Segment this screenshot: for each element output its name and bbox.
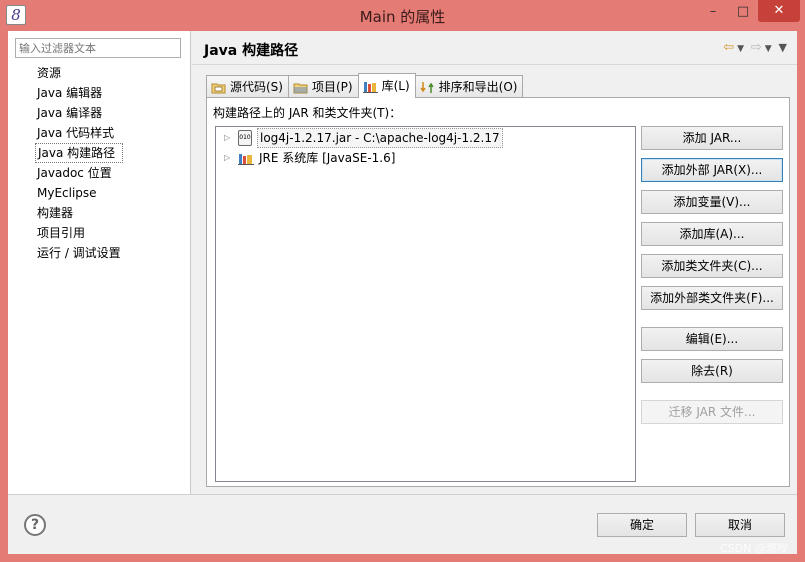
minimize-button[interactable]: –: [700, 4, 726, 22]
add-library-button[interactable]: 添加库(A)...: [641, 222, 783, 246]
tab-libraries-label: 库(L): [381, 78, 410, 93]
dropdown-icon[interactable]: ▼: [765, 44, 772, 54]
title-separator: [192, 64, 797, 65]
source-folder-icon: [211, 83, 226, 93]
close-button[interactable]: ✕: [758, 0, 800, 22]
expand-arrow-icon[interactable]: ▷: [224, 129, 234, 147]
page-title: Java 构建路径: [204, 43, 299, 59]
add-external-jar-button[interactable]: 添加外部 JAR(X)...: [641, 158, 783, 182]
migrate-jar-button: 迁移 JAR 文件...: [641, 400, 783, 424]
page-nav-arrows: ⇦ ▼ ⇨ ▼ ▼: [720, 40, 787, 58]
tree-entry-label: log4j-1.2.17.jar - C:\apache-log4j-1.2.1…: [257, 128, 503, 148]
project-folder-icon: [293, 83, 308, 93]
help-icon[interactable]: ?: [24, 514, 46, 536]
nav-item-builders[interactable]: 构建器: [35, 203, 123, 223]
window-title: Main 的属性: [359, 8, 446, 26]
view-menu-icon[interactable]: ▼: [779, 41, 787, 54]
add-jar-button[interactable]: 添加 JAR...: [641, 126, 783, 150]
jar-class-folders-label: 构建路径上的 JAR 和类文件夹(T)：: [213, 106, 402, 120]
preference-nav-list: 资源 Java 编辑器 Java 编译器 Java 代码样式 Java 构建路径…: [35, 63, 123, 263]
libraries-tab-content: 构建路径上的 JAR 和类文件夹(T)： ▷ 010 log4j-1.2.17.…: [206, 97, 790, 487]
edit-button[interactable]: 编辑(E)...: [641, 327, 783, 351]
dropdown-icon[interactable]: ▼: [737, 44, 744, 54]
nav-item-java-build-path[interactable]: Java 构建路径: [35, 143, 123, 163]
add-variable-button[interactable]: 添加变量(V)...: [641, 190, 783, 214]
build-path-page: Java 构建路径 ⇦ ▼ ⇨ ▼ ▼ 源代码(S) 项目(P) 库(L) 排序…: [192, 31, 797, 494]
preference-nav-panel: 资源 Java 编辑器 Java 编译器 Java 代码样式 Java 构建路径…: [8, 31, 191, 494]
library-icon: [238, 153, 254, 165]
cancel-button[interactable]: 取消: [695, 513, 785, 537]
add-external-class-folder-button[interactable]: 添加外部类文件夹(F)...: [641, 286, 783, 310]
build-path-entries-tree[interactable]: ▷ 010 log4j-1.2.17.jar - C:\apache-log4j…: [215, 126, 636, 482]
expand-arrow-icon[interactable]: ▷: [224, 149, 234, 167]
footer-separator: [8, 494, 797, 495]
forward-arrow-icon[interactable]: ⇨: [751, 40, 762, 55]
dialog-client-area: 资源 Java 编辑器 Java 编译器 Java 代码样式 Java 构建路径…: [8, 31, 797, 554]
remove-button[interactable]: 除去(R): [641, 359, 783, 383]
watermark-text: CSDN @燃吹: [720, 542, 788, 555]
nav-item-java-code-style[interactable]: Java 代码样式: [35, 123, 123, 143]
tab-projects-label: 项目(P): [311, 79, 353, 94]
build-path-tabs: 源代码(S) 项目(P) 库(L) 排序和导出(O): [206, 73, 524, 98]
jar-icon: 010: [238, 130, 252, 146]
back-arrow-icon[interactable]: ⇦: [723, 40, 734, 55]
title-bar[interactable]: 8 Main 的属性 – □ ✕: [0, 0, 805, 30]
tab-libraries[interactable]: 库(L): [357, 73, 416, 98]
tab-order-export[interactable]: 排序和导出(O): [414, 75, 524, 98]
tree-entry-label: JRE 系统库 [JavaSE-1.6]: [259, 151, 396, 165]
tab-source[interactable]: 源代码(S): [206, 75, 289, 98]
tab-projects[interactable]: 项目(P): [287, 75, 359, 98]
tab-source-label: 源代码(S): [230, 79, 283, 94]
library-icon: [362, 81, 378, 93]
nav-item-java-editor[interactable]: Java 编辑器: [35, 83, 123, 103]
tree-entry-log4j[interactable]: ▷ 010 log4j-1.2.17.jar - C:\apache-log4j…: [224, 128, 503, 148]
filter-input[interactable]: [15, 38, 181, 58]
tab-order-export-label: 排序和导出(O): [438, 79, 518, 94]
nav-item-run-debug-settings[interactable]: 运行 / 调试设置: [35, 243, 123, 263]
order-export-icon: [420, 81, 434, 93]
nav-item-javadoc-location[interactable]: Javadoc 位置: [35, 163, 123, 183]
tree-entry-jre[interactable]: ▷ JRE 系统库 [JavaSE-1.6]: [224, 149, 395, 167]
properties-window: 8 Main 的属性 – □ ✕ 资源 Java 编辑器 Java 编译器 Ja…: [0, 0, 805, 562]
maximize-button[interactable]: □: [730, 4, 756, 22]
nav-item-java-compiler[interactable]: Java 编译器: [35, 103, 123, 123]
ok-button[interactable]: 确定: [597, 513, 687, 537]
nav-item-project-references[interactable]: 项目引用: [35, 223, 123, 243]
nav-item-myeclipse[interactable]: MyEclipse: [35, 183, 123, 203]
add-class-folder-button[interactable]: 添加类文件夹(C)...: [641, 254, 783, 278]
nav-item-resource[interactable]: 资源: [35, 63, 123, 83]
